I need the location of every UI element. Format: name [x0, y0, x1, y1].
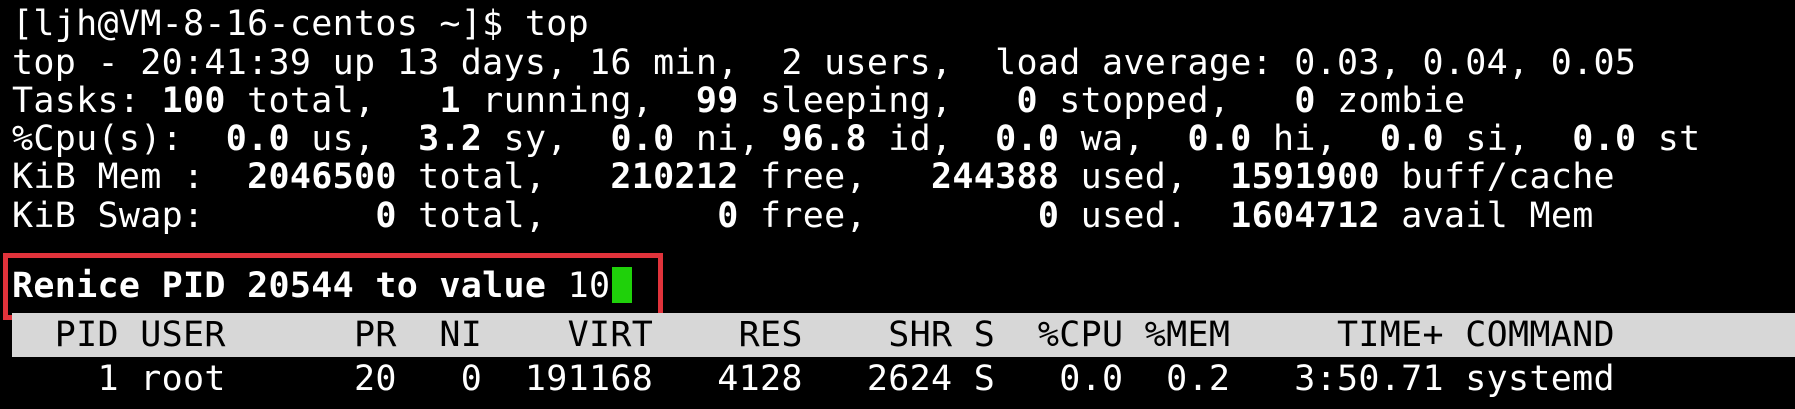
- cpu-id-label: id,: [866, 119, 996, 159]
- swap-line: KiB Swap: 0 total, 0 free, 0 used. 16047…: [12, 194, 1594, 238]
- cpu-hi: 0.0: [1187, 119, 1252, 159]
- mem-cache-label: buff/cache: [1379, 157, 1615, 197]
- mem-label: KiB Mem :: [12, 157, 248, 197]
- swap-used: 0: [1037, 196, 1060, 236]
- mem-used-label: used,: [1059, 157, 1231, 197]
- tasks-zombie: 0: [1294, 81, 1316, 121]
- tasks-running-label: running,: [460, 81, 696, 121]
- tasks-stopped: 0: [1016, 81, 1038, 121]
- process-header-text: PID USER PR NI VIRT RES SHR S %CPU %MEM …: [12, 315, 1615, 355]
- tasks-zombie-label: zombie: [1315, 81, 1466, 121]
- cpu-id: 96.8: [781, 119, 867, 159]
- cpu-sy-label: sy,: [482, 119, 611, 159]
- process-row-text: 1 root 20 0 191168 4128 2624 S 0.0 0.2 3…: [12, 359, 1615, 399]
- cpu-wa-label: wa,: [1059, 119, 1188, 159]
- cpu-st: 0.0: [1572, 119, 1637, 159]
- table-row[interactable]: 1 root 20 0 191168 4128 2624 S 0.0 0.2 3…: [12, 357, 1795, 401]
- tasks-running: 1: [439, 81, 461, 121]
- renice-prompt-text: Renice PID 20544 to value: [12, 266, 568, 306]
- cpu-si-label: si,: [1444, 119, 1573, 159]
- mem-total: 2046500: [247, 157, 397, 197]
- text-cursor: [612, 267, 633, 303]
- tasks-label: Tasks:: [12, 81, 162, 121]
- cpu-ni: 0.0: [610, 119, 675, 159]
- swap-avail: 1604712: [1230, 196, 1380, 236]
- swap-free-label: free,: [738, 196, 1038, 236]
- swap-avail-label: avail Mem: [1379, 196, 1594, 236]
- cpu-us: 0.0: [225, 119, 290, 159]
- cpu-wa: 0.0: [995, 119, 1060, 159]
- mem-free-label: free,: [738, 157, 932, 197]
- swap-free: 0: [717, 196, 739, 236]
- tasks-stopped-label: stopped,: [1037, 81, 1295, 121]
- mem-total-label: total,: [396, 157, 611, 197]
- shell-prompt-line: [ljh@VM-8-16-centos ~]$ top: [12, 4, 590, 44]
- swap-used-label: used.: [1059, 196, 1231, 236]
- renice-prompt[interactable]: Renice PID 20544 to value 10: [12, 264, 633, 308]
- mem-line: KiB Mem : 2046500 total, 210212 free, 24…: [12, 155, 1615, 199]
- cpu-hi-label: hi,: [1251, 119, 1380, 159]
- tasks-total: 100: [161, 81, 226, 121]
- cpu-st-label: st: [1636, 119, 1701, 159]
- swap-total: 0: [375, 196, 397, 236]
- renice-input-value[interactable]: 10: [568, 266, 611, 306]
- cpu-sy: 3.2: [418, 119, 483, 159]
- cpu-us-label: us,: [289, 119, 419, 159]
- tasks-sleeping: 99: [695, 81, 739, 121]
- swap-label: KiB Swap:: [12, 196, 376, 236]
- tasks-total-label: total,: [225, 81, 440, 121]
- process-table-header: PID USER PR NI VIRT RES SHR S %CPU %MEM …: [12, 313, 1795, 357]
- mem-cache: 1591900: [1230, 157, 1380, 197]
- cpu-si: 0.0: [1379, 119, 1444, 159]
- mem-used: 244388: [931, 157, 1060, 197]
- swap-total-label: total,: [396, 196, 718, 236]
- cpu-label: %Cpu(s):: [12, 119, 226, 159]
- terminal-window[interactable]: [ljh@VM-8-16-centos ~]$ top top - 20:41:…: [0, 0, 1795, 409]
- mem-free: 210212: [610, 157, 739, 197]
- tasks-sleeping-label: sleeping,: [738, 81, 1017, 121]
- cpu-ni-label: ni,: [674, 119, 782, 159]
